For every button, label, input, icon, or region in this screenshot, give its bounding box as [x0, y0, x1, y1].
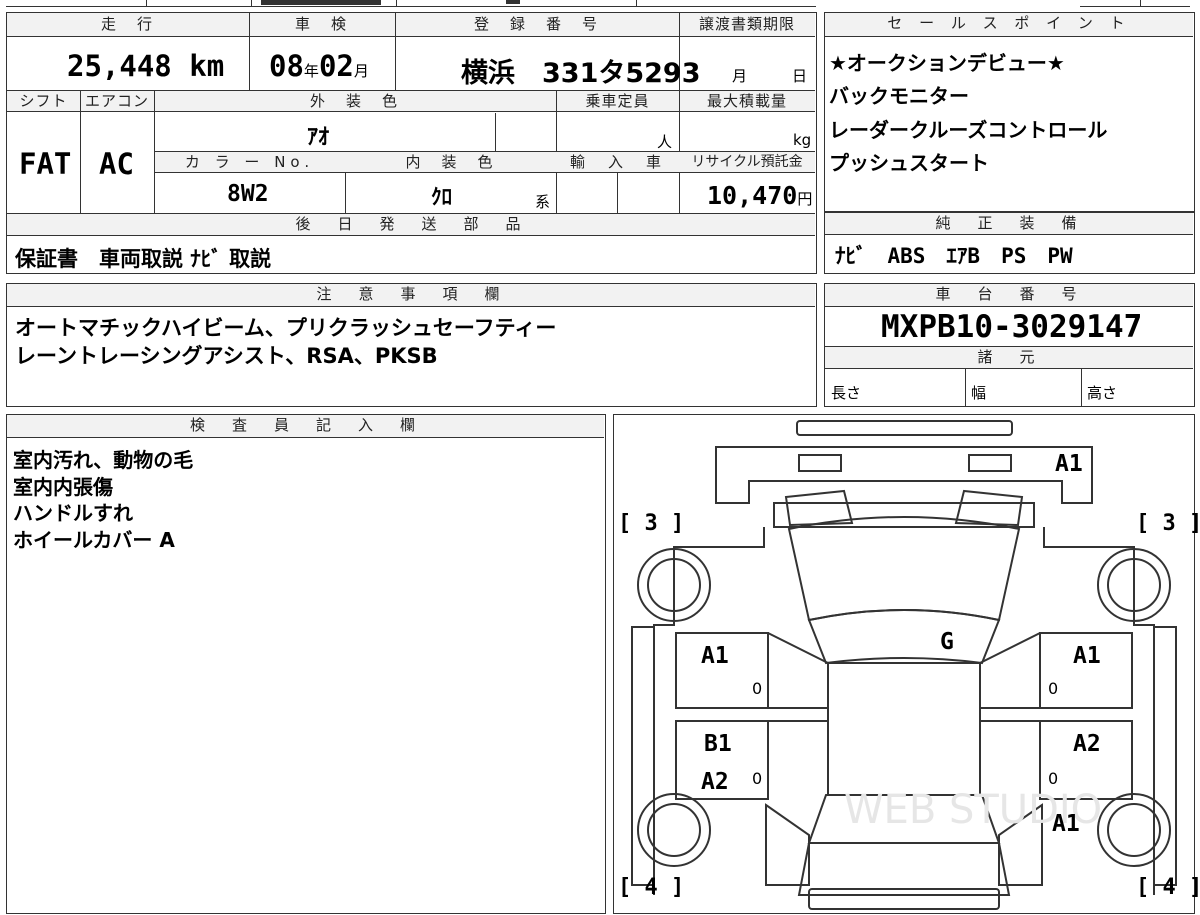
color-no-value: 8W2: [227, 181, 269, 207]
max-load-unit: kg: [793, 131, 812, 149]
inspector-line: 室内汚れ、動物の毛: [13, 448, 194, 472]
shift-value: FAT: [19, 147, 72, 181]
mileage-header: 走 行: [100, 15, 155, 33]
mark-right-front-door: A1: [1073, 643, 1101, 669]
capacity-unit: 人: [657, 133, 673, 151]
mark-zero: 0: [1048, 769, 1059, 788]
inspector-header: 検 査 員 記 入 欄: [7, 415, 604, 438]
mark-right-front-tire: [ 3 ]: [1136, 511, 1200, 536]
notes-box: 注 意 事 項 欄 オートマチックハイビーム、プリクラッシュセーフティー レーン…: [6, 283, 817, 407]
sales-points-header: セ ー ル ス ポ イ ン ト: [825, 13, 1193, 37]
import-header: 輸 入 車: [569, 153, 665, 171]
chassis-header: 車 台 番 号: [825, 284, 1193, 307]
inspector-line: ハンドルすれ: [13, 501, 133, 525]
notes-line: オートマチックハイビーム、プリクラッシュセーフティー: [15, 316, 557, 340]
mark-right-rear-quarter: A1: [1052, 811, 1080, 837]
exterior-color-value: ｱｵ: [307, 125, 330, 150]
later-parts-header: 後 日 発 送 部 品: [7, 214, 815, 236]
exterior-color-header: 外 装 色: [309, 92, 400, 110]
mark-zero: 0: [1048, 679, 1059, 698]
mark-windshield: G: [940, 629, 954, 655]
sales-point-item: ★オークションデビュー★: [829, 51, 1065, 75]
interior-color-header: 内 装 色: [405, 153, 496, 171]
transfer-month-unit: 月: [732, 67, 748, 85]
transfer-deadline-header: 譲渡書類期限: [698, 15, 795, 33]
top-cutoff-strip-right: [1080, 0, 1190, 7]
spec-width-label: 幅: [971, 384, 987, 402]
max-load-header: 最大積載量: [706, 92, 787, 110]
interior-color-suffix: 系: [535, 193, 551, 211]
inspector-line: ホイールカバー A: [13, 528, 175, 552]
specs-header: 諸 元: [977, 348, 1041, 366]
sales-point-item: バックモニター: [829, 84, 969, 108]
color-no-header: カ ラ ー No.: [184, 153, 315, 171]
genuine-equipment-box: 純 正 装 備 ﾅﾋﾞ ABS ｴｱB PS PW: [824, 212, 1195, 274]
shift-header: シフト: [19, 92, 68, 110]
registration-number: 横浜 331タ5293: [461, 58, 701, 89]
mileage-value: 25,448 km: [67, 49, 225, 83]
sales-points-box: セ ー ル ス ポ イ ン ト ★オークションデビュー★ バックモニター レーダ…: [824, 12, 1195, 212]
mark-zero: 0: [752, 679, 763, 698]
spec-height-label: 高さ: [1087, 384, 1118, 402]
mark-left-rear-door-1: B1: [704, 731, 732, 757]
mark-left-rear-door-2: A2: [701, 769, 729, 795]
mark-front-bumper: A1: [1055, 451, 1083, 477]
ac-header: エアコン: [84, 92, 149, 110]
sales-point-item: レーダークルーズコントロール: [829, 118, 1108, 142]
inspector-box: 検 査 員 記 入 欄 室内汚れ、動物の毛 室内内張傷 ハンドルすれ ホイールカ…: [6, 414, 606, 914]
recycle-unit: 円: [797, 190, 813, 208]
chassis-box: 車 台 番 号 MXPB10-3029147 諸 元 長さ 幅 高さ: [824, 283, 1195, 407]
spec-length-label: 長さ: [831, 384, 862, 402]
inspection-date: 08年02月: [269, 49, 369, 83]
genuine-equipment-value: ﾅﾋﾞ ABS ｴｱB PS PW: [835, 244, 1073, 268]
mark-right-rear-tire: [ 4 ]: [1136, 875, 1200, 900]
mark-left-rear-tire: [ 4 ]: [618, 875, 685, 900]
chassis-number: MXPB10-3029147: [881, 309, 1143, 345]
mark-zero: 0: [752, 769, 763, 788]
genuine-equipment-header: 純 正 装 備: [825, 213, 1193, 235]
inspector-line: 室内内張傷: [13, 475, 113, 499]
notes-header: 注 意 事 項 欄: [7, 284, 815, 307]
recycle-value: 10,470円: [707, 181, 813, 210]
mark-left-front-door: A1: [701, 643, 729, 669]
sales-point-item: プッシュスタート: [829, 151, 989, 175]
inspection-header: 車 検: [294, 15, 349, 33]
vehicle-info-table: 走 行 車 検 登 録 番 号 譲渡書類期限 25,448 km 08年02月 …: [6, 12, 817, 274]
recycle-header: リサイクル預託金: [691, 154, 803, 170]
mark-right-rear-door: A2: [1073, 731, 1101, 757]
interior-color-value: ｸﾛ: [431, 185, 452, 209]
top-cutoff-strip: [6, 0, 816, 7]
notes-line: レーントレーシングアシスト、RSA、PKSB: [15, 344, 438, 368]
mileage-unit: km: [189, 49, 225, 83]
mark-left-front-tire: [ 3 ]: [618, 511, 685, 536]
registration-header: 登 録 番 号: [473, 15, 600, 33]
ac-value: AC: [99, 147, 134, 181]
transfer-day-unit: 日: [792, 67, 808, 85]
later-parts-value: 保証書 車両取説 ﾅﾋﾞ 取説: [15, 247, 272, 271]
car-diagram-box: WEB STUDIO A1 [ 3 ] [ 3 ] G A1 0 A1 0 B1…: [613, 414, 1200, 914]
capacity-header: 乗車定員: [585, 92, 650, 110]
